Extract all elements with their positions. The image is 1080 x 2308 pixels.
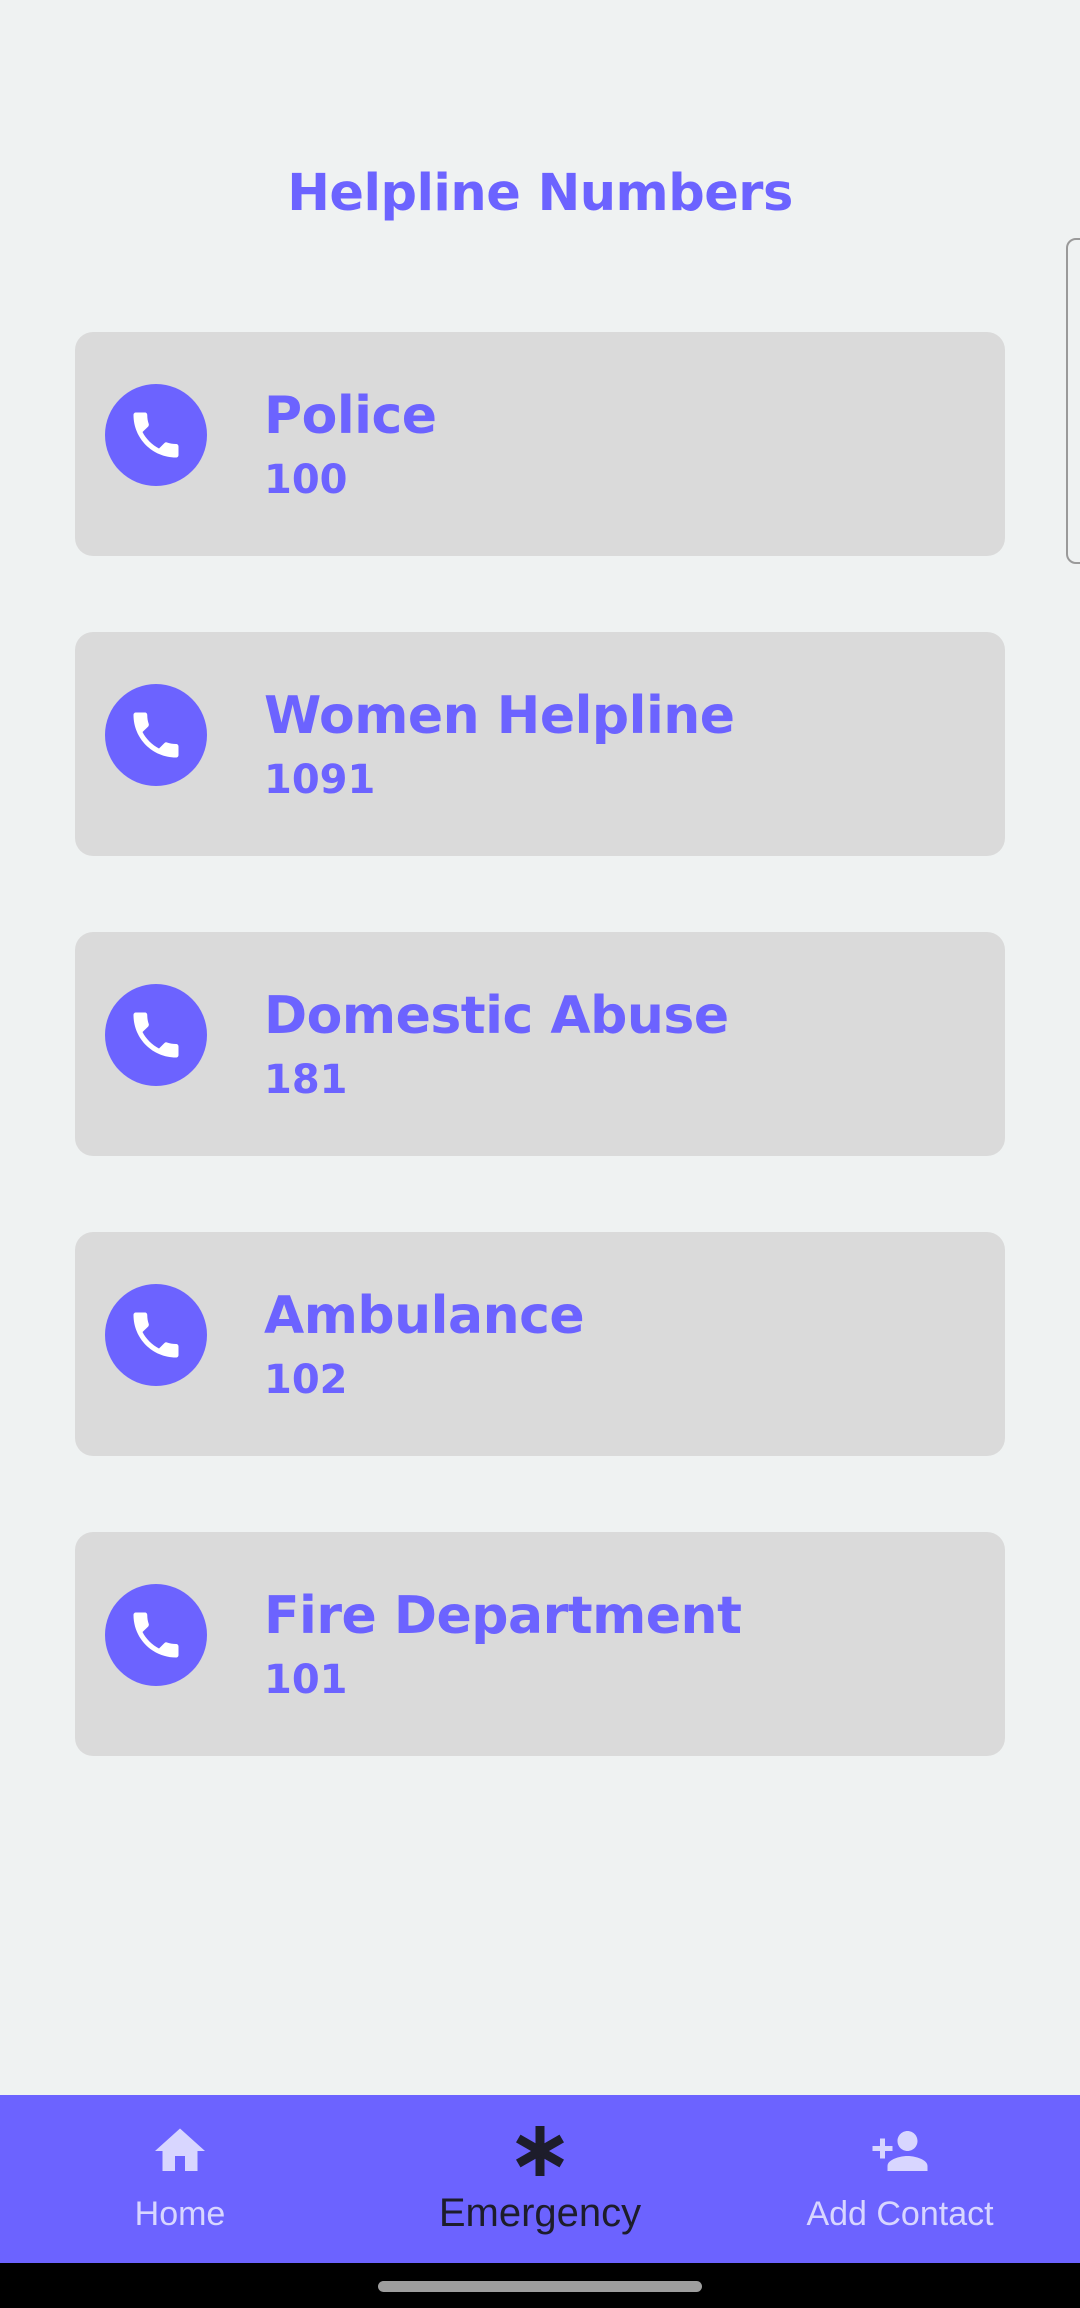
- page-title: Helpline Numbers: [287, 164, 793, 223]
- helpline-name: Women Helpline: [264, 686, 735, 746]
- bottom-navigation: Home Emergency Add Contact: [0, 2095, 1080, 2263]
- phone-icon: [105, 684, 207, 786]
- helpline-card-ambulance[interactable]: Ambulance 102: [75, 1232, 1005, 1456]
- nav-item-add-contact[interactable]: Add Contact: [720, 2095, 1080, 2263]
- helpline-card-women[interactable]: Women Helpline 1091: [75, 632, 1005, 856]
- helpline-number: 100: [264, 457, 348, 503]
- helpline-card-fire[interactable]: Fire Department 101: [75, 1532, 1005, 1756]
- nav-label-add-contact: Add Contact: [806, 2195, 994, 2233]
- phone-icon: [105, 384, 207, 486]
- helpline-card-police[interactable]: Police 100: [75, 332, 1005, 556]
- nav-item-emergency[interactable]: Emergency: [360, 2095, 720, 2263]
- helpline-name: Fire Department: [264, 1586, 742, 1646]
- nav-item-home[interactable]: Home: [0, 2095, 360, 2263]
- phone-icon: [105, 1584, 207, 1686]
- home-gesture-pill[interactable]: [378, 2281, 702, 2292]
- helpline-number: 181: [264, 1057, 348, 1103]
- helpline-number: 101: [264, 1657, 348, 1703]
- helpline-card-domestic-abuse[interactable]: Domestic Abuse 181: [75, 932, 1005, 1156]
- phone-icon: [105, 984, 207, 1086]
- system-gesture-bar: [0, 2263, 1080, 2308]
- helpline-name: Police: [264, 386, 437, 446]
- helpline-name: Domestic Abuse: [264, 986, 729, 1046]
- helpline-number: 1091: [264, 757, 376, 803]
- helpline-name: Ambulance: [264, 1286, 585, 1346]
- phone-icon: [105, 1284, 207, 1386]
- asterisk-icon: [516, 2126, 564, 2176]
- scroll-handle[interactable]: [1066, 238, 1080, 564]
- nav-label-emergency: Emergency: [438, 2191, 642, 2235]
- add-person-icon: [872, 2131, 928, 2171]
- home-icon: [155, 2128, 205, 2171]
- helpline-number: 102: [264, 1357, 348, 1403]
- nav-label-home: Home: [134, 2195, 226, 2233]
